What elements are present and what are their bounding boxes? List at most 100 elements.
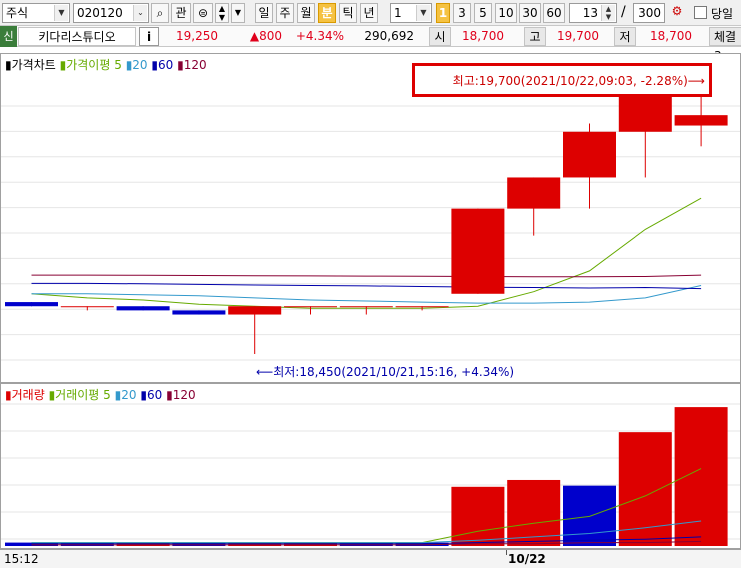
volume-panel-title: 거래량 (11, 388, 45, 402)
open-value: 18,700 (462, 29, 504, 43)
price-legend: ▮가격차트 ▮가격이평 5 ▮20 ▮60 ▮120 (5, 58, 207, 72)
down-arrow-icon: ▼ (218, 13, 226, 22)
candle-body (451, 208, 505, 294)
period-week-button[interactable]: 주 (276, 3, 294, 23)
interval-5-button[interactable]: 5 (474, 3, 492, 23)
stock-code-value: 020120 (77, 6, 123, 20)
high-value: 19,700 (557, 29, 599, 43)
link-button[interactable]: ⊜ (193, 3, 213, 23)
time-axis-start: 15:12 (4, 552, 39, 566)
price-candle (5, 302, 58, 307)
interval-1-button[interactable]: 1 (436, 3, 450, 23)
low-value: 18,700 (650, 29, 692, 43)
interval-30-button[interactable]: 30 (519, 3, 541, 23)
trade-label[interactable]: 체결3 (709, 27, 741, 63)
volume-chart[interactable] (1, 384, 740, 548)
legend-vma5: 5 (103, 388, 111, 402)
stock-name[interactable]: 키다리스튜디오 (18, 27, 136, 46)
interval-10-button[interactable]: 10 (495, 3, 517, 23)
time-axis: 15:12 10/22 (0, 549, 741, 568)
price-grid (1, 105, 740, 361)
price-ma5-line (31, 197, 702, 309)
candle-body (674, 115, 728, 126)
chevron-down-icon: ▼ (234, 8, 242, 17)
legend-marker: ▮ (5, 58, 12, 72)
stock-stepper[interactable]: ▲ ▼ (215, 3, 229, 23)
candle-body (172, 310, 226, 315)
period-minute-button[interactable]: 분 (318, 3, 336, 23)
interval-3-button[interactable]: 3 (453, 3, 471, 23)
legend-vma60: 60 (146, 388, 163, 402)
volume-bar (618, 432, 672, 546)
options-dropdown[interactable]: ▼ (231, 3, 245, 23)
legend-ma120: 120 (183, 58, 207, 72)
volume-bar (563, 485, 616, 546)
period-year-button[interactable]: 년 (360, 3, 378, 23)
volume-bar (674, 407, 728, 546)
price-candle (563, 123, 616, 209)
volume-legend: ▮거래량 ▮거래이평 5 ▮20 ▮60 ▮120 (5, 388, 196, 402)
volume-chart-panel[interactable]: ▮거래량 ▮거래이평 5 ▮20 ▮60 ▮120 (0, 383, 741, 549)
total-count-input[interactable]: 300 (633, 3, 665, 23)
high-annotation: 최고:19,700(2021/10/22,09:03, -2.28%)⟶ (452, 74, 705, 88)
candle-body (618, 94, 672, 132)
date-tick (506, 550, 507, 555)
credit-badge: 신 (0, 26, 17, 47)
chevron-down-icon: ▼ (416, 5, 430, 21)
period-day-button[interactable]: 일 (255, 3, 273, 23)
count-separator: / (621, 4, 626, 20)
stock-code-input[interactable]: 020120 ⌄ (73, 3, 149, 23)
total-count-value: 300 (638, 6, 661, 20)
price-candle (674, 94, 728, 147)
price-candles (5, 94, 728, 354)
interval-value: 1 (394, 6, 402, 20)
volume-value: 290,692 (364, 29, 414, 43)
price-candle (618, 94, 672, 178)
settings-icon[interactable]: ⚙ (668, 4, 686, 22)
price-ma-lines (31, 197, 702, 309)
interval-select[interactable]: 1 ▼ (390, 3, 432, 23)
period-month-button[interactable]: 월 (297, 3, 315, 23)
time-axis-date: 10/22 (508, 552, 546, 566)
legend-vma20: 20 (121, 388, 137, 402)
candle-body (339, 306, 393, 308)
high-label: 고 (524, 27, 546, 46)
today-checkbox[interactable] (694, 6, 707, 19)
period-tick-button[interactable]: 틱 (339, 3, 357, 23)
price-candle (116, 306, 170, 311)
stepper-arrows-icon: ▲ ▼ (601, 5, 615, 21)
price-candle (60, 306, 114, 311)
high-annotation-box: 최고:19,700(2021/10/22,09:03, -2.28%)⟶ (412, 63, 712, 97)
price-candle (451, 208, 505, 294)
candle-body (5, 302, 58, 307)
chevron-down-icon: ▼ (54, 5, 68, 21)
volume-bar (451, 486, 505, 546)
link-icon: ⊜ (197, 6, 209, 20)
legend-ma60: 60 (158, 58, 174, 72)
price-panel-title: 가격차트 (11, 58, 56, 72)
count-value: 13 (582, 6, 598, 20)
legend-ma20: 20 (132, 58, 148, 72)
chevron-down-icon: ⌄ (133, 5, 147, 21)
legend-ma5: 5 (114, 58, 122, 72)
price-candle (172, 310, 226, 315)
volume-ma-title: 거래이평 (55, 388, 100, 402)
interest-button[interactable]: 관 (171, 3, 191, 23)
market-type-select[interactable]: 주식 ▼ (2, 3, 70, 23)
price-candle (507, 177, 561, 236)
up-arrow-icon: ▲ (218, 4, 226, 13)
low-annotation: ⟵최저:18,450(2021/10/21,15:16, +4.34%) (256, 365, 515, 379)
candle-body (116, 306, 170, 311)
candle-body (563, 131, 616, 178)
count-stepper[interactable]: 13 ▲ ▼ (569, 3, 617, 23)
today-label: 당일 (711, 7, 734, 21)
search-icon: ⌕ (156, 6, 164, 20)
price-chart[interactable] (1, 54, 740, 382)
candle-body (228, 306, 282, 315)
price-ma120-line (31, 274, 702, 278)
interval-60-button[interactable]: 60 (543, 3, 565, 23)
price-chart-panel[interactable]: ▮가격차트 ▮가격이평 5 ▮20 ▮60 ▮120 최고:19,700(202… (0, 53, 741, 383)
search-button[interactable]: ⌕ (151, 3, 169, 23)
info-button[interactable]: i (139, 27, 159, 46)
candle-body (60, 306, 114, 308)
